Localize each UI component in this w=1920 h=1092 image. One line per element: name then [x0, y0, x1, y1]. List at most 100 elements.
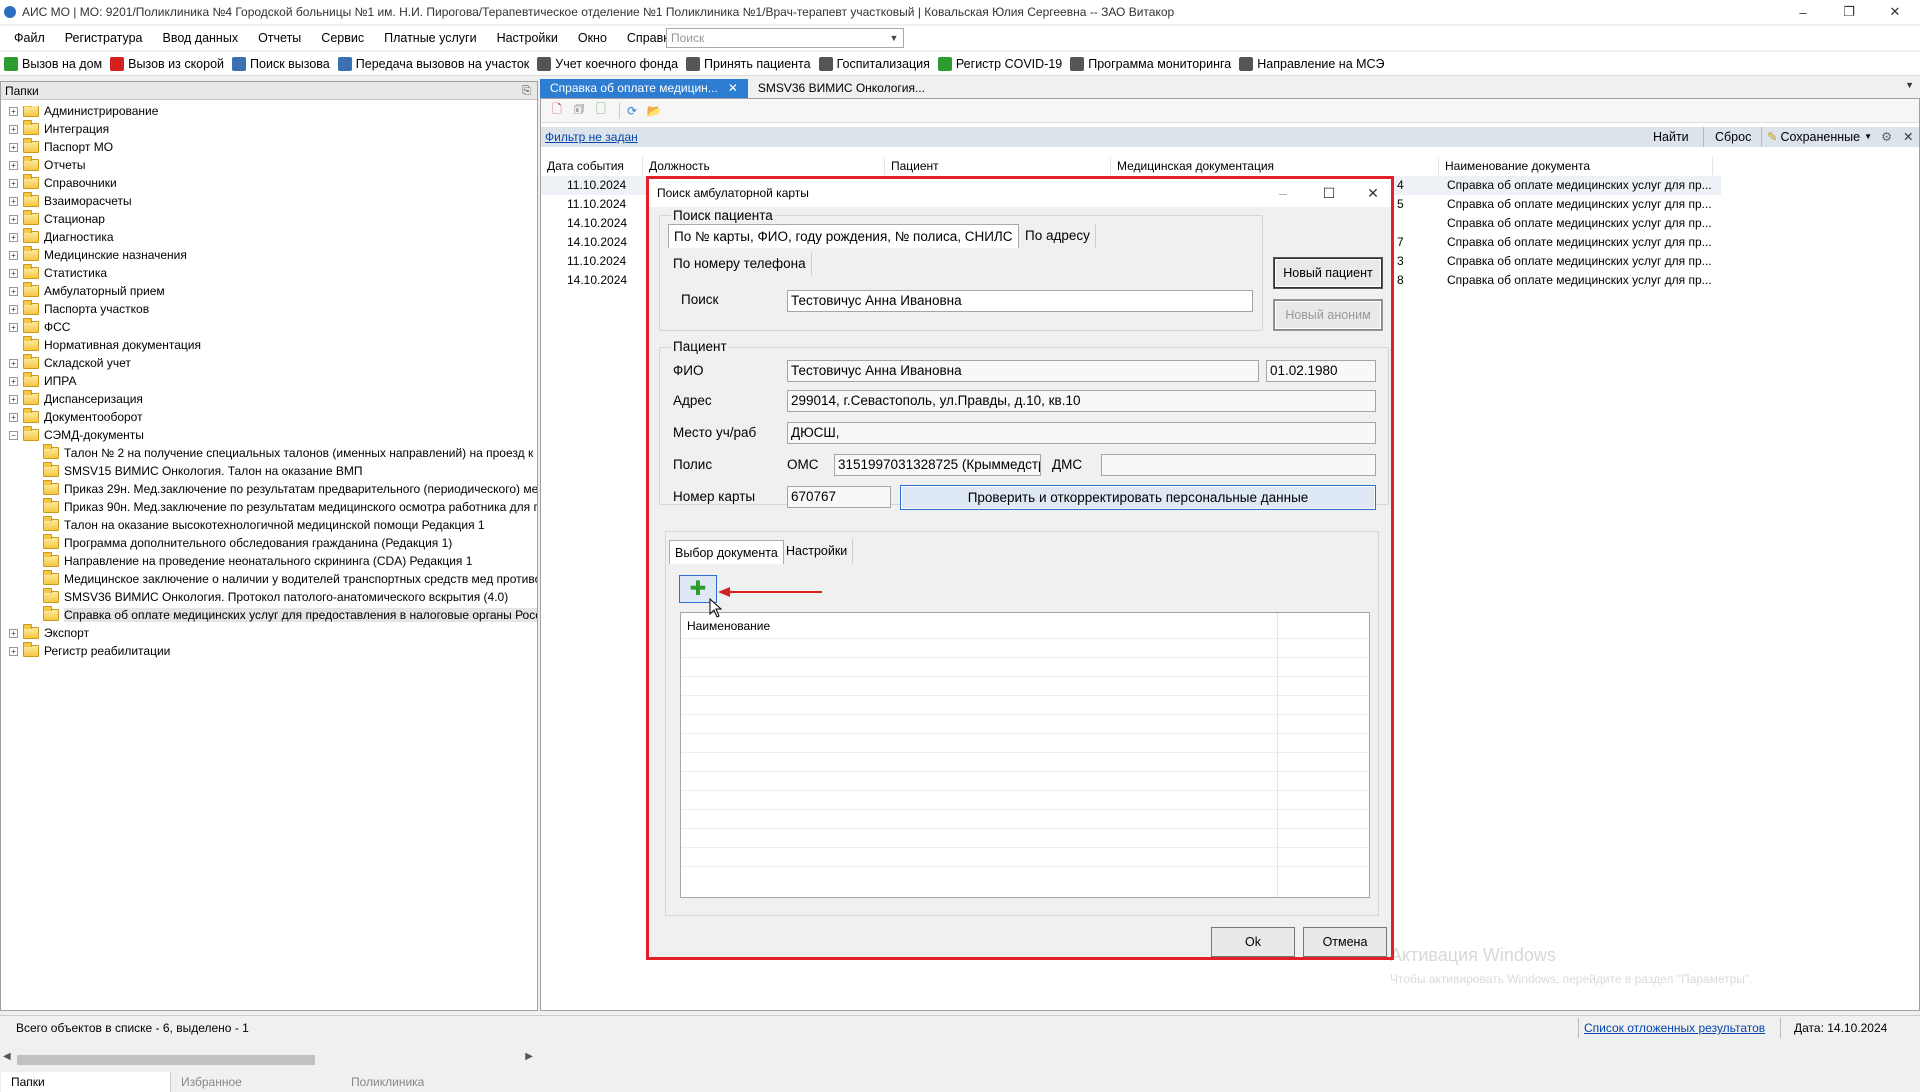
menu-item[interactable]: Сервис — [311, 26, 374, 50]
restore-button[interactable]: ❐ — [1826, 0, 1872, 24]
tree-node[interactable]: + Статистика — [9, 264, 107, 282]
toolbar-button[interactable]: Регистр COVID-19 — [934, 52, 1066, 76]
tree-node[interactable]: + Интеграция — [9, 120, 109, 138]
tree-node[interactable]: + Документооборот — [9, 408, 143, 426]
new-patient-button[interactable]: Новый пациент — [1274, 258, 1382, 288]
deferred-results-link[interactable]: Список отложенных результатов — [1584, 1019, 1765, 1037]
tree-node[interactable]: + ИПРА — [9, 372, 76, 390]
expander-icon[interactable]: + — [9, 268, 18, 278]
search-mode-tab[interactable]: По номеру телефона — [668, 252, 812, 276]
expander-icon[interactable]: + — [9, 322, 18, 332]
tree-node[interactable]: SMSV15 ВИМИС Онкология. Талон на оказани… — [29, 462, 363, 480]
tree-node[interactable]: Талон № 2 на получение специальных талон… — [29, 444, 537, 462]
find-button[interactable]: Найти — [1653, 127, 1689, 147]
saved-filters-dropdown[interactable]: ✎ Сохраненные ▼ — [1767, 127, 1872, 147]
chevron-down-icon[interactable]: ▼ — [887, 30, 901, 46]
toolbar-button[interactable]: Направление на МСЭ — [1235, 52, 1388, 76]
expander-icon[interactable]: + — [9, 358, 18, 368]
minimize-button[interactable]: – — [1780, 0, 1826, 24]
tree-node[interactable]: Талон на оказание высокотехнологичной ме… — [29, 516, 485, 534]
folder-up-icon[interactable]: 📂 — [646, 103, 662, 119]
toolbar-button[interactable]: Вызов из скорой — [106, 52, 228, 76]
toolbar-button[interactable]: Вызов на дом — [0, 52, 106, 76]
expander-icon[interactable]: + — [9, 160, 18, 170]
menu-item[interactable]: Регистратура — [55, 26, 153, 50]
expander-icon[interactable]: + — [9, 178, 18, 188]
fio-field[interactable]: Тестовичус Анна Ивановна — [787, 360, 1259, 382]
birth-date-field[interactable]: 01.02.1980 — [1266, 360, 1376, 382]
horizontal-scrollbar[interactable]: ◀ ▶ — [1, 1051, 537, 1068]
tree-node[interactable]: + Амбулаторный прием — [9, 282, 165, 300]
tree-node[interactable]: + Паспорт МО — [9, 138, 113, 156]
menu-item[interactable]: Платные услуги — [374, 26, 486, 50]
tree-node[interactable]: + Экспорт — [9, 624, 89, 642]
tree-node[interactable]: + Стационар — [9, 210, 105, 228]
tree-node[interactable]: SMSV36 ВИМИС Онкология. Протокол патолог… — [29, 588, 508, 606]
left-panel-tab[interactable]: Папки — [1, 1072, 171, 1092]
scrollbar-thumb[interactable] — [17, 1055, 315, 1065]
workplace-field[interactable]: ДЮСШ, — [787, 422, 1376, 444]
search-input[interactable]: Тестовичус Анна Ивановна — [787, 290, 1253, 312]
expander-icon[interactable]: + — [9, 196, 18, 206]
tree-node[interactable]: + Взаиморасчеты — [9, 192, 132, 210]
tree-node[interactable]: Медицинское заключение о наличии у водит… — [29, 570, 537, 588]
expander-icon[interactable]: + — [9, 286, 18, 296]
expander-icon[interactable]: + — [9, 124, 18, 134]
grid-column-header[interactable]: Дата события — [541, 157, 643, 175]
left-panel-tab[interactable]: Поликлиника — [341, 1072, 511, 1092]
grid-column-header[interactable]: Пациент — [885, 157, 1111, 175]
verify-personal-data-button[interactable]: Проверить и откорректировать персональны… — [900, 485, 1376, 510]
menu-item[interactable]: Файл — [0, 26, 55, 50]
expander-icon[interactable]: + — [9, 628, 18, 638]
grid-column-header[interactable]: Должность — [643, 157, 885, 175]
close-filter-icon[interactable]: ✕ — [1903, 127, 1913, 147]
tree-node[interactable]: + Отчеты — [9, 156, 85, 174]
tabs-dropdown-icon[interactable]: ▼ — [1905, 80, 1914, 90]
expander-icon[interactable]: + — [9, 304, 18, 314]
close-tab-icon[interactable]: ✕ — [728, 79, 738, 98]
expander-icon[interactable]: + — [9, 646, 18, 656]
expander-icon[interactable]: + — [9, 106, 18, 116]
address-field[interactable]: 299014, г.Севастополь, ул.Правды, д.10, … — [787, 390, 1376, 412]
toolbar-button[interactable]: Принять пациента — [682, 52, 815, 76]
pin-icon[interactable]: ⎘ — [522, 82, 531, 100]
tree-node[interactable]: Приказ 90н. Мед.заключение по результата… — [29, 498, 537, 516]
menu-item[interactable]: Настройки — [487, 26, 568, 50]
dialog-close-button[interactable]: ✕ — [1353, 181, 1393, 205]
expander-icon[interactable]: + — [9, 214, 18, 224]
filter-settings-icon[interactable]: ⚙ — [1881, 127, 1892, 147]
menu-item[interactable]: Отчеты — [248, 26, 311, 50]
dialog-minimize-button[interactable]: – — [1263, 181, 1303, 205]
tree-node[interactable]: + Регистр реабилитации — [9, 642, 170, 660]
document-tab[interactable]: Справка об оплате медицин... ✕ — [540, 79, 748, 98]
tree-node[interactable]: Направление на проведение неонатального … — [29, 552, 472, 570]
tree-node[interactable]: Приказ 29н. Мед.заключение по результата… — [29, 480, 537, 498]
cancel-button[interactable]: Отмена — [1303, 927, 1387, 957]
menu-item[interactable]: Окно — [568, 26, 617, 50]
edit-document-icon[interactable]: 🗌 — [593, 102, 609, 119]
reset-button[interactable]: Сброс — [1715, 127, 1751, 147]
tree-node[interactable]: + Диспансеризация — [9, 390, 143, 408]
document-mode-tab[interactable]: Настройки — [781, 539, 854, 563]
expander-icon[interactable]: + — [9, 376, 18, 386]
tree-node[interactable]: + Медицинские назначения — [9, 246, 187, 264]
menu-item[interactable]: Ввод данных — [153, 26, 249, 50]
close-button[interactable]: ✕ — [1872, 0, 1918, 24]
oms-field[interactable]: 3151997031328725 (Крыммедстрах) — [834, 454, 1041, 476]
grid-column-header[interactable]: Медицинская документация — [1111, 157, 1439, 175]
expander-icon[interactable]: + — [9, 232, 18, 242]
search-mode-tab[interactable]: По адресу — [1020, 224, 1096, 248]
tree-node[interactable]: + Администрирование — [9, 106, 158, 120]
tree-node[interactable]: Программа дополнительного обследования г… — [29, 534, 452, 552]
dms-field[interactable] — [1101, 454, 1376, 476]
toolbar-button[interactable]: Программа мониторинга — [1066, 52, 1235, 76]
grid-column-header[interactable]: Наименование документа — [1439, 157, 1713, 175]
card-number-field[interactable]: 670767 — [787, 486, 891, 508]
document-tab[interactable]: SMSV36 ВИМИС Онкология... — [748, 79, 935, 98]
expander-icon[interactable]: + — [9, 412, 18, 422]
search-mode-tab[interactable]: По № карты, ФИО, году рождения, № полиса… — [668, 224, 1019, 248]
document-mode-tab[interactable]: Выбор документа — [669, 540, 784, 564]
new-anonymous-button[interactable]: Новый аноним — [1274, 300, 1382, 330]
tree-node[interactable]: + Складской учет — [9, 354, 131, 372]
ok-button[interactable]: Ok — [1211, 927, 1295, 957]
